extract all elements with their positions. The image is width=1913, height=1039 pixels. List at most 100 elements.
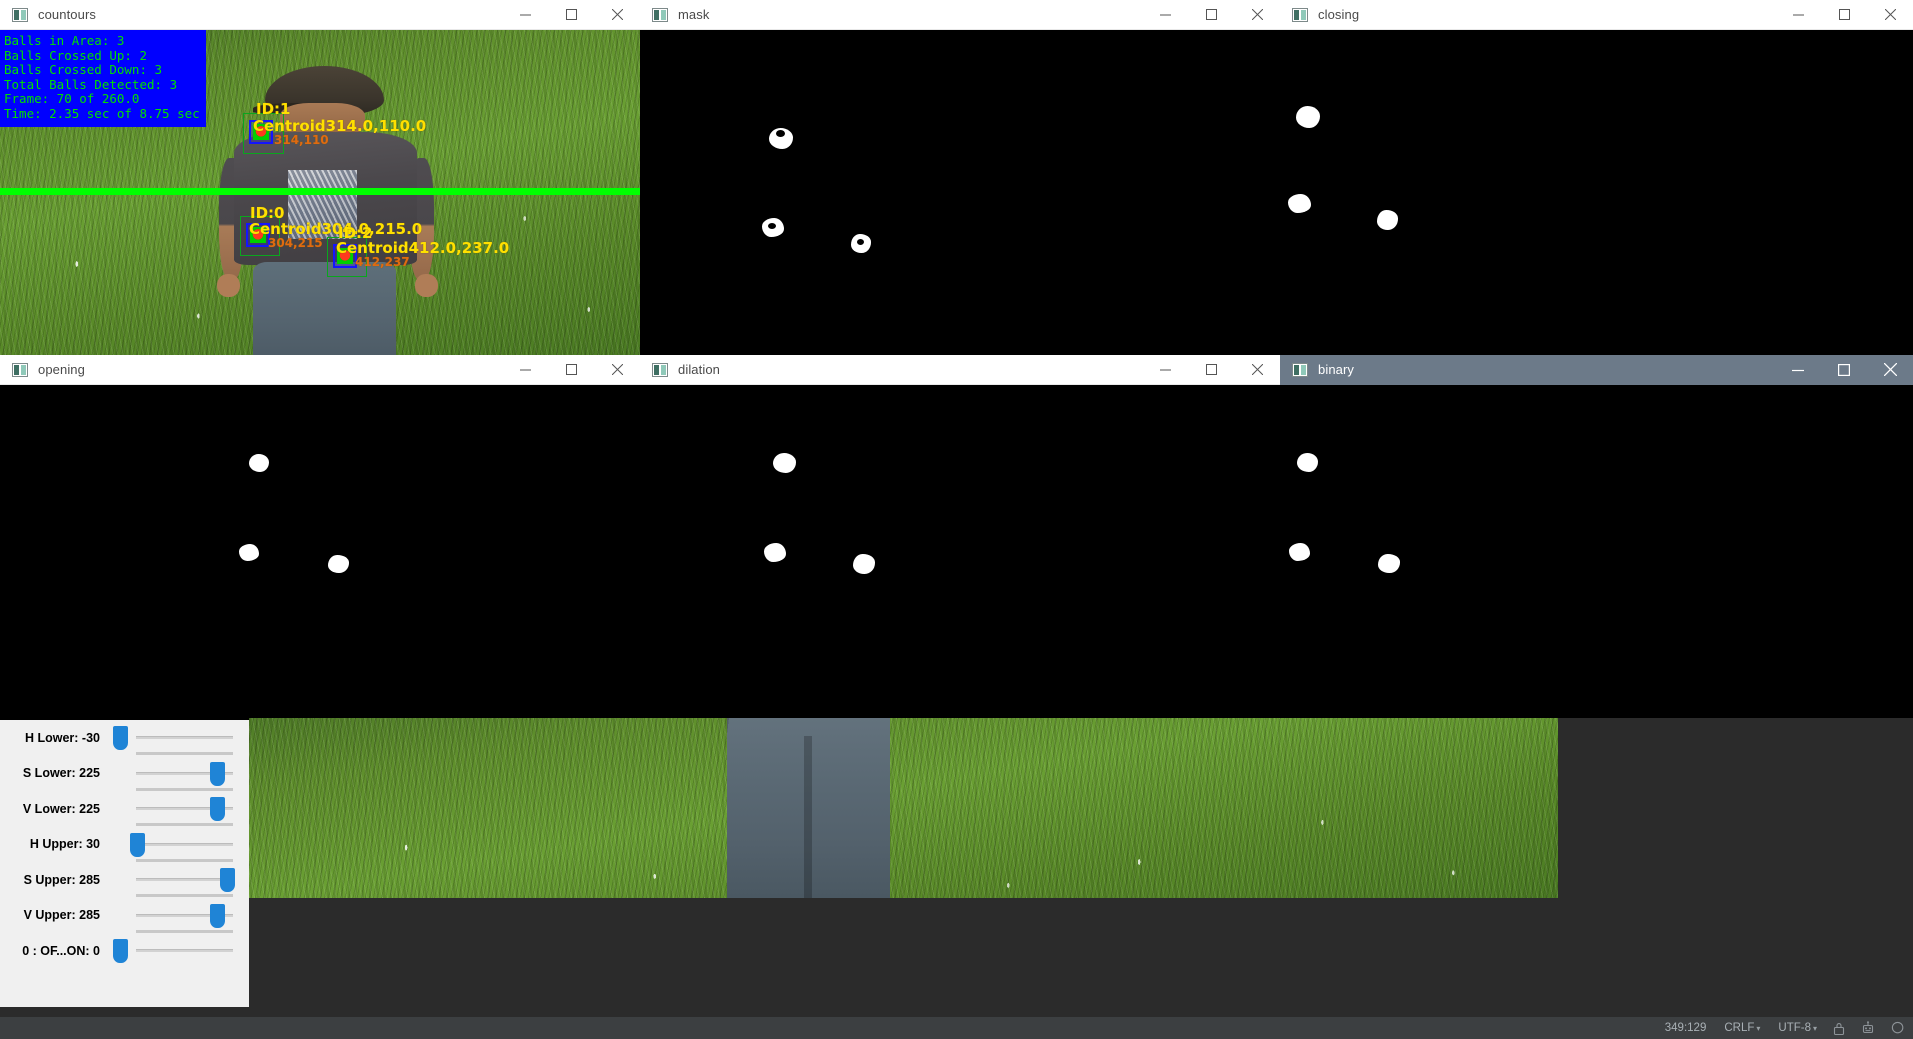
opening-blob-1: [249, 454, 269, 472]
trackbar-label-v-lower: V Lower: 225: [0, 802, 108, 816]
minimize-button-mask[interactable]: [1142, 0, 1188, 29]
window-title-mask: mask: [678, 7, 709, 22]
closing-canvas[interactable]: [1280, 30, 1913, 355]
caret-position[interactable]: 349:129: [1665, 1022, 1707, 1034]
trackbar-thumb-h-upper[interactable]: [130, 833, 145, 857]
binary-blob-3: [1378, 554, 1400, 573]
close-button-opening[interactable]: [594, 355, 640, 384]
detection-0-centroid-label: Centroid304.0,215.0: [249, 222, 422, 237]
robot-icon[interactable]: [1861, 1021, 1875, 1035]
trackbar-groove: [136, 736, 233, 739]
maximize-button-binary[interactable]: [1821, 355, 1867, 384]
video-preview-strip[interactable]: [249, 718, 1558, 898]
window-countours[interactable]: countours: [0, 0, 640, 355]
trackbar-groove: [136, 949, 233, 952]
trackbar-track-v-lower[interactable]: [108, 791, 239, 827]
detection-2-centroid-label: Centroid412.0,237.0: [336, 241, 509, 256]
encoding-value: UTF-8: [1778, 1022, 1811, 1034]
trackbar-row[interactable]: S Lower: 225: [0, 756, 249, 792]
binary-blob-2: [1289, 543, 1310, 561]
opening-canvas[interactable]: [0, 385, 640, 718]
titlebar-mask[interactable]: mask: [640, 0, 1280, 30]
close-button-mask[interactable]: [1234, 0, 1280, 29]
trackbar-row[interactable]: H Lower: -30: [0, 720, 249, 756]
opening-blob-3: [328, 555, 349, 573]
line-separator-selector[interactable]: CRLF ▾: [1724, 1022, 1760, 1034]
mask-blob-1: [769, 128, 793, 149]
mask-canvas[interactable]: [640, 30, 1280, 355]
trackbar-row[interactable]: V Upper: 285: [0, 898, 249, 934]
trackbar-label-v-upper: V Upper: 285: [0, 908, 108, 922]
minimize-button-countours[interactable]: [502, 0, 548, 29]
trackbar-track-s-upper[interactable]: [108, 862, 239, 898]
detection-0-id-label: ID:0: [250, 206, 284, 221]
close-button-binary[interactable]: [1867, 355, 1913, 384]
trackbar-row[interactable]: S Upper: 285: [0, 862, 249, 898]
binary-canvas[interactable]: [1280, 385, 1913, 718]
hsv-trackbar-panel[interactable]: H Lower: -30 S Lower: 225 V Lower: 225: [0, 718, 249, 1016]
maximize-button-closing[interactable]: [1821, 0, 1867, 29]
editor-gutter-strip: [0, 1007, 1913, 1016]
close-button-countours[interactable]: [594, 0, 640, 29]
trackbar-thumb-v-upper[interactable]: [210, 904, 225, 928]
maximize-button-opening[interactable]: [548, 355, 594, 384]
maximize-button-countours[interactable]: [548, 0, 594, 29]
titlebar-dilation[interactable]: dilation: [640, 355, 1280, 385]
closing-blob-3: [1377, 210, 1398, 230]
opencv-app-icon: [12, 8, 28, 22]
trackbar-label-off-on-toggle: 0 : OF...ON: 0: [0, 944, 108, 958]
chevron-updown-icon: ▾: [1756, 1024, 1760, 1033]
minimize-button-closing[interactable]: [1775, 0, 1821, 29]
close-button-dilation[interactable]: [1234, 355, 1280, 384]
dilation-canvas[interactable]: [640, 385, 1280, 718]
trackbar-track-s-lower[interactable]: [108, 756, 239, 792]
trackbar-row[interactable]: V Lower: 225: [0, 791, 249, 827]
trackbar-track-h-upper[interactable]: [108, 827, 239, 863]
window-title-opening: opening: [38, 362, 85, 377]
window-dilation[interactable]: dilation: [640, 355, 1280, 718]
trackbar-thumb-s-upper[interactable]: [220, 868, 235, 892]
trackbar-groove: [136, 878, 233, 881]
trackbar-row[interactable]: 0 : OF...ON: 0: [0, 933, 249, 969]
window-binary[interactable]: binary: [1280, 355, 1913, 718]
window-title-dilation: dilation: [678, 362, 720, 377]
trackbar-track-h-lower[interactable]: [108, 720, 239, 756]
trackbar-thumb-off-on-toggle[interactable]: [113, 939, 128, 963]
search-icon[interactable]: [1891, 1021, 1905, 1035]
opencv-app-icon: [1292, 8, 1308, 22]
closing-blob-2: [1288, 194, 1311, 213]
trackbar-thumb-h-lower[interactable]: [113, 726, 128, 750]
detection-0-coord-label: 304,215: [268, 237, 323, 249]
person-legs: [727, 718, 891, 898]
mask-blob-3: [851, 234, 871, 253]
titlebar-countours[interactable]: countours: [0, 0, 640, 30]
trackbar-track-off-on-toggle[interactable]: [108, 933, 239, 969]
opencv-app-icon: [652, 363, 668, 377]
trackbar-track-v-upper[interactable]: [108, 898, 239, 934]
maximize-button-mask[interactable]: [1188, 0, 1234, 29]
trackbar-thumb-v-lower[interactable]: [210, 797, 225, 821]
detection-1-centroid-label: Centroid314.0,110.0: [253, 119, 426, 134]
minimize-button-opening[interactable]: [502, 355, 548, 384]
window-opening[interactable]: opening: [0, 355, 640, 718]
dilation-blob-2: [764, 543, 786, 562]
opening-blob-2: [239, 544, 259, 561]
ide-status-bar[interactable]: 349:129 CRLF ▾ UTF-8 ▾: [0, 1016, 1913, 1039]
window-mask[interactable]: mask: [640, 0, 1280, 355]
titlebar-binary[interactable]: binary: [1280, 355, 1913, 385]
maximize-button-dilation[interactable]: [1188, 355, 1234, 384]
titlebar-closing[interactable]: closing: [1280, 0, 1913, 30]
trackbar-row[interactable]: H Upper: 30: [0, 827, 249, 863]
lock-icon[interactable]: [1833, 1022, 1845, 1035]
trackbar-label-s-lower: S Lower: 225: [0, 766, 108, 780]
trackbar-thumb-s-lower[interactable]: [210, 762, 225, 786]
encoding-selector[interactable]: UTF-8 ▾: [1778, 1022, 1817, 1034]
close-button-closing[interactable]: [1867, 0, 1913, 29]
window-closing[interactable]: closing: [1280, 0, 1913, 355]
video-canvas-countours[interactable]: Balls in Area: 3 Balls Crossed Up: 2 Bal…: [0, 30, 640, 355]
desktop-root: countours: [0, 0, 1913, 1039]
minimize-button-dilation[interactable]: [1142, 355, 1188, 384]
minimize-button-binary[interactable]: [1775, 355, 1821, 384]
titlebar-opening[interactable]: opening: [0, 355, 640, 385]
line-separator-value: CRLF: [1724, 1022, 1754, 1034]
